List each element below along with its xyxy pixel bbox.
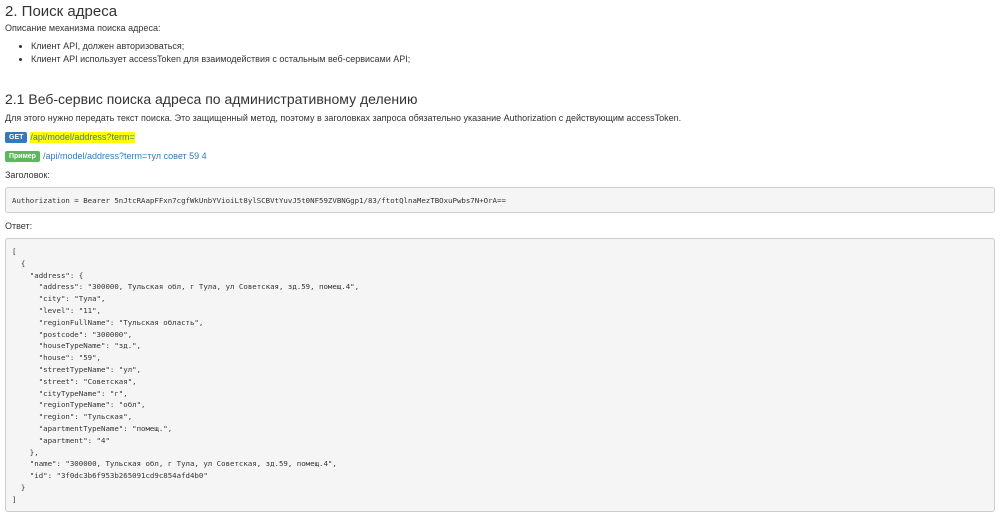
subsection-description: Для этого нужно передать текст поиска. Э… [5, 113, 682, 123]
headers-label: Заголовок: [5, 170, 50, 180]
endpoint-path: /api/model/address?term= [30, 131, 135, 143]
example-link[interactable]: /api/model/address?term=тул совет 59 4 [43, 151, 207, 161]
example-badge: Пример [5, 150, 40, 162]
endpoint-row: GET /api/model/address?term= [5, 131, 135, 143]
response-code-block: [ { "address": { "address": "300000, Тул… [5, 238, 995, 512]
bullet-item: Клиент API использует accessToken для вз… [31, 53, 410, 66]
section-description: Описание механизма поиска адреса: [5, 23, 161, 33]
example-row: Пример /api/model/address?term=тул совет… [5, 150, 207, 162]
subsection-title: 2.1 Веб-сервис поиска адреса по админист… [5, 91, 418, 107]
response-label: Ответ: [5, 221, 33, 231]
bullet-item: Клиент API, должен авторизоваться; [31, 40, 410, 53]
section-title: 2. Поиск адреса [5, 3, 118, 20]
get-method-badge: GET [5, 131, 28, 143]
headers-code-block: Authorization = Bearer 5nJtcRAapFFxn7cgf… [5, 187, 995, 213]
section-bullet-list: Клиент API, должен авторизоваться; Клиен… [5, 40, 410, 66]
